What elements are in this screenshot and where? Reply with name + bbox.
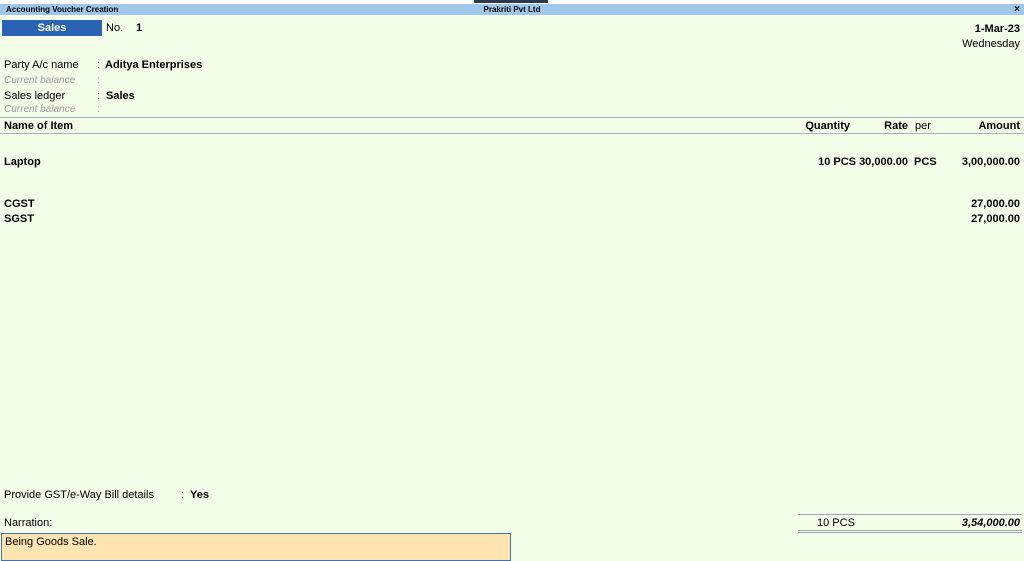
col-header-quantity: Quantity xyxy=(805,120,850,132)
party-balance-colon: : xyxy=(97,75,100,86)
company-name: Prakriti Pvt Ltd xyxy=(483,5,541,14)
table-header-top-rule xyxy=(0,117,1024,118)
col-header-amount: Amount xyxy=(978,120,1020,132)
narration-input[interactable]: Being Goods Sale. xyxy=(1,533,511,561)
item-amount[interactable]: 3,00,000.00 xyxy=(962,156,1020,168)
party-balance-label: Current balance xyxy=(4,75,76,86)
voucher-no-value[interactable]: 1 xyxy=(136,22,142,34)
party-colon: : xyxy=(97,59,101,71)
tax-amount[interactable]: 27,000.00 xyxy=(971,198,1020,210)
tax-name[interactable]: CGST xyxy=(4,198,35,210)
table-header-bottom-rule xyxy=(0,133,1024,134)
col-header-rate: Rate xyxy=(884,120,908,132)
party-name-field[interactable]: Aditya Enterprises xyxy=(105,59,202,71)
item-quantity[interactable]: 10 PCS xyxy=(818,156,856,168)
item-per[interactable]: PCS xyxy=(914,156,937,168)
tax-name[interactable]: SGST xyxy=(4,213,34,225)
col-header-per: per xyxy=(915,120,931,132)
sales-ledger-label: Sales ledger xyxy=(4,90,66,102)
party-label: Party A/c name xyxy=(4,59,79,71)
top-strip-marker xyxy=(474,0,548,3)
gst-details-colon: : xyxy=(181,489,185,501)
total-amount: 3,54,000.00 xyxy=(961,517,1020,529)
sales-ledger-balance-label: Current balance xyxy=(4,104,76,115)
sales-ledger-colon: : xyxy=(97,90,101,102)
item-name[interactable]: Laptop xyxy=(4,156,41,168)
narration-label: Narration: xyxy=(4,517,53,529)
sales-ledger-field[interactable]: Sales xyxy=(106,90,135,102)
gst-details-label: Provide GST/e-Way Bill details xyxy=(4,489,154,501)
total-bottom-rule xyxy=(798,530,1022,531)
voucher-day: Wednesday xyxy=(962,38,1020,50)
total-top-rule xyxy=(798,514,1022,515)
voucher-type-badge[interactable]: Sales xyxy=(2,20,102,36)
voucher-no-label: No. xyxy=(106,22,124,34)
total-double-rule xyxy=(798,532,1022,533)
voucher-date[interactable]: 1-Mar-23 xyxy=(975,23,1020,35)
col-header-name: Name of Item xyxy=(4,120,74,132)
tax-amount[interactable]: 27,000.00 xyxy=(971,213,1020,225)
close-icon[interactable]: × xyxy=(1014,4,1020,15)
gst-details-value[interactable]: Yes xyxy=(190,489,209,501)
total-quantity: 10 PCS xyxy=(817,517,855,529)
sales-ledger-balance-colon: : xyxy=(97,104,100,115)
item-rate[interactable]: 30,000.00 xyxy=(859,156,908,168)
title-bar: Accounting Voucher Creation Prakriti Pvt… xyxy=(0,4,1024,15)
